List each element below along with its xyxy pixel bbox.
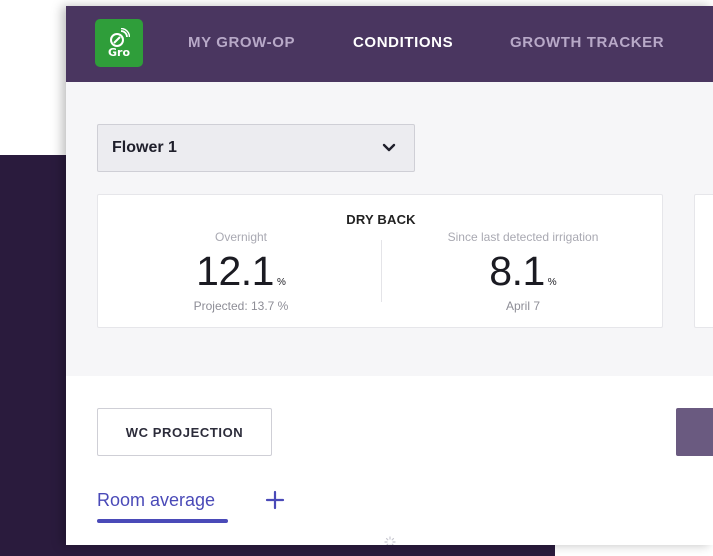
room-select[interactable]: Flower 1 xyxy=(97,124,415,172)
room-select-value: Flower 1 xyxy=(112,139,177,156)
irrigation-value-number: 8.1 xyxy=(489,248,545,294)
dry-back-card: DRY BACK Overnight 12.1% Projected: 13.7… xyxy=(97,194,663,328)
wc-projection-button[interactable]: WC PROJECTION xyxy=(97,408,272,456)
dry-back-title: DRY BACK xyxy=(346,212,416,227)
app-logo[interactable]: Gro xyxy=(95,19,143,67)
background-dark-strip xyxy=(0,545,555,556)
tab-room-average[interactable]: Room average xyxy=(97,490,215,511)
secondary-card xyxy=(694,194,713,328)
irrigation-date: April 7 xyxy=(505,299,540,313)
plus-icon[interactable] xyxy=(264,489,286,511)
projection-panel: WC PROJECTION Room average xyxy=(66,376,713,545)
overnight-unit: % xyxy=(276,277,286,288)
nav-growth-tracker[interactable]: GROWTH TRACKER xyxy=(510,34,664,51)
loading-spinner-icon xyxy=(384,536,396,545)
nav-my-grow-op[interactable]: MY GROW-OP xyxy=(188,34,295,51)
app-window: Gro MY GROW-OP CONDITIONS GROWTH TRACKER… xyxy=(66,6,713,545)
chevron-down-icon xyxy=(382,143,396,152)
irrigation-unit: % xyxy=(547,277,557,288)
wifi-leaf-logo-icon xyxy=(110,27,130,47)
overnight-value: 12.1% xyxy=(136,247,346,307)
logo-text: Gro xyxy=(107,45,130,59)
irrigation-value: 8.1% xyxy=(398,247,648,307)
tab-active-underline xyxy=(97,519,228,523)
overnight-label: Overnight xyxy=(214,230,268,244)
top-navbar: Gro MY GROW-OP CONDITIONS GROWTH TRACKER xyxy=(66,6,713,82)
overnight-value-number: 12.1 xyxy=(196,248,274,294)
overnight-projected: Projected: 13.7 % xyxy=(193,299,289,313)
background-dark-panel xyxy=(0,155,70,556)
metric-divider xyxy=(381,240,382,302)
nav-conditions[interactable]: CONDITIONS xyxy=(353,34,453,51)
action-button[interactable] xyxy=(676,408,713,456)
irrigation-label: Since last detected irrigation xyxy=(447,230,599,244)
